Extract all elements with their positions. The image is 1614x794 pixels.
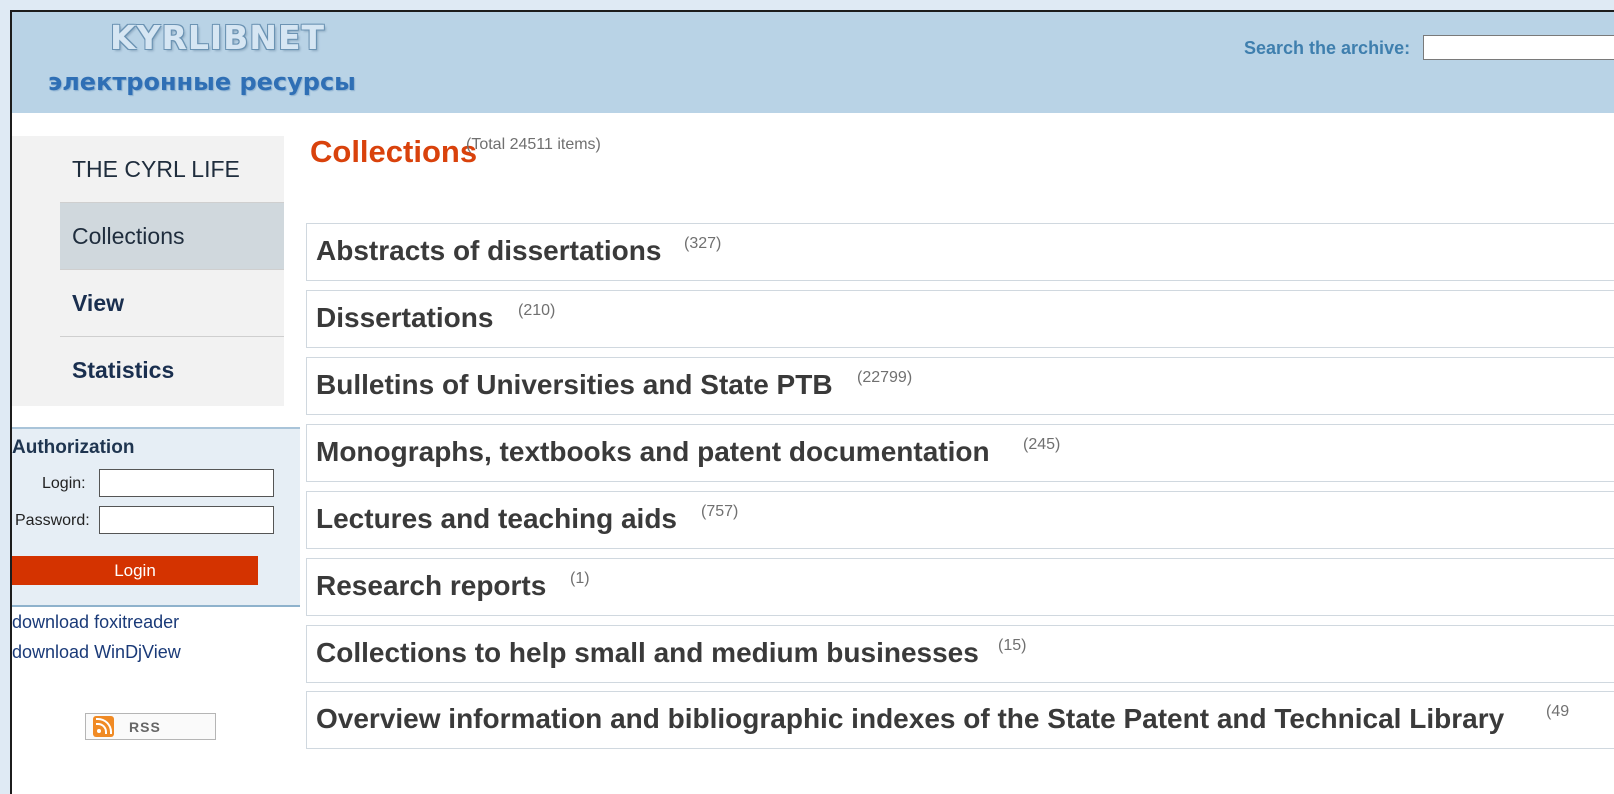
nav-item-view[interactable]: View <box>60 270 284 337</box>
collection-count: (49 <box>1546 703 1570 720</box>
collection-name[interactable]: Collections to help small and medium bus… <box>316 637 979 669</box>
password-label: Password: <box>15 512 90 529</box>
collection-row[interactable]: Research reports (1) <box>306 558 1614 616</box>
search-label: Search the archive: <box>1244 38 1411 58</box>
collection-row[interactable]: Bulletins of Universities and State PTB … <box>306 357 1614 415</box>
collection-name[interactable]: Research reports <box>316 570 546 602</box>
collection-row[interactable]: Dissertations (210) <box>306 290 1614 348</box>
nav-item-the-cyrl-life[interactable]: THE CYRL LIFE <box>60 136 284 203</box>
collection-name[interactable]: Bulletins of Universities and State PTB <box>316 369 833 401</box>
authorization-panel: Authorization Login: Password: Login <box>12 427 300 607</box>
collection-name[interactable]: Abstracts of dissertations <box>316 235 661 267</box>
collection-count: (22799) <box>857 369 913 386</box>
rss-label: RSS <box>129 718 161 735</box>
search-input[interactable] <box>1423 35 1614 60</box>
collection-name[interactable]: Overview information and bibliographic i… <box>316 703 1504 735</box>
collection-row[interactable]: Abstracts of dissertations (327) <box>306 223 1614 281</box>
collection-count: (757) <box>701 503 739 520</box>
password-input[interactable] <box>99 506 274 534</box>
collection-row[interactable]: Collections to help small and medium bus… <box>306 625 1614 683</box>
download-foxitreader-link[interactable]: download foxitreader <box>12 612 179 633</box>
collection-row[interactable]: Monographs, textbooks and patent documen… <box>306 424 1614 482</box>
collection-count: (15) <box>998 637 1027 654</box>
login-label: Login: <box>42 475 86 492</box>
site-header: KYRLIBNET электронные ресурсы Search the… <box>12 12 1614 113</box>
collection-count: (1) <box>570 570 590 587</box>
sidebar-nav: THE CYRL LIFE Collections View Statistic… <box>12 136 284 406</box>
collection-count: (210) <box>518 302 556 319</box>
site-logo-title[interactable]: KYRLIBNET <box>110 18 325 57</box>
nav-item-statistics[interactable]: Statistics <box>60 337 284 404</box>
download-windjview-link[interactable]: download WinDjView <box>12 642 181 663</box>
total-items-count: (Total 24511 items) <box>466 136 601 153</box>
site-logo-subtitle[interactable]: электронные ресурсы <box>48 68 356 96</box>
collection-count: (245) <box>1023 436 1061 453</box>
collection-name[interactable]: Monographs, textbooks and patent documen… <box>316 436 990 468</box>
collection-count: (327) <box>684 235 722 252</box>
collection-row[interactable]: Overview information and bibliographic i… <box>306 691 1614 749</box>
rss-icon <box>93 716 114 737</box>
page-title: Collections <box>310 134 478 169</box>
collection-name[interactable]: Lectures and teaching aids <box>316 503 677 535</box>
page-frame: KYRLIBNET электронные ресурсы Search the… <box>10 10 1614 794</box>
nav-item-collections[interactable]: Collections <box>60 203 284 270</box>
login-input[interactable] <box>99 469 274 497</box>
authorization-title: Authorization <box>12 437 135 458</box>
rss-button[interactable]: RSS <box>85 713 216 740</box>
collection-row[interactable]: Lectures and teaching aids (757) <box>306 491 1614 549</box>
login-button[interactable]: Login <box>12 556 258 585</box>
collection-name[interactable]: Dissertations <box>316 302 493 334</box>
